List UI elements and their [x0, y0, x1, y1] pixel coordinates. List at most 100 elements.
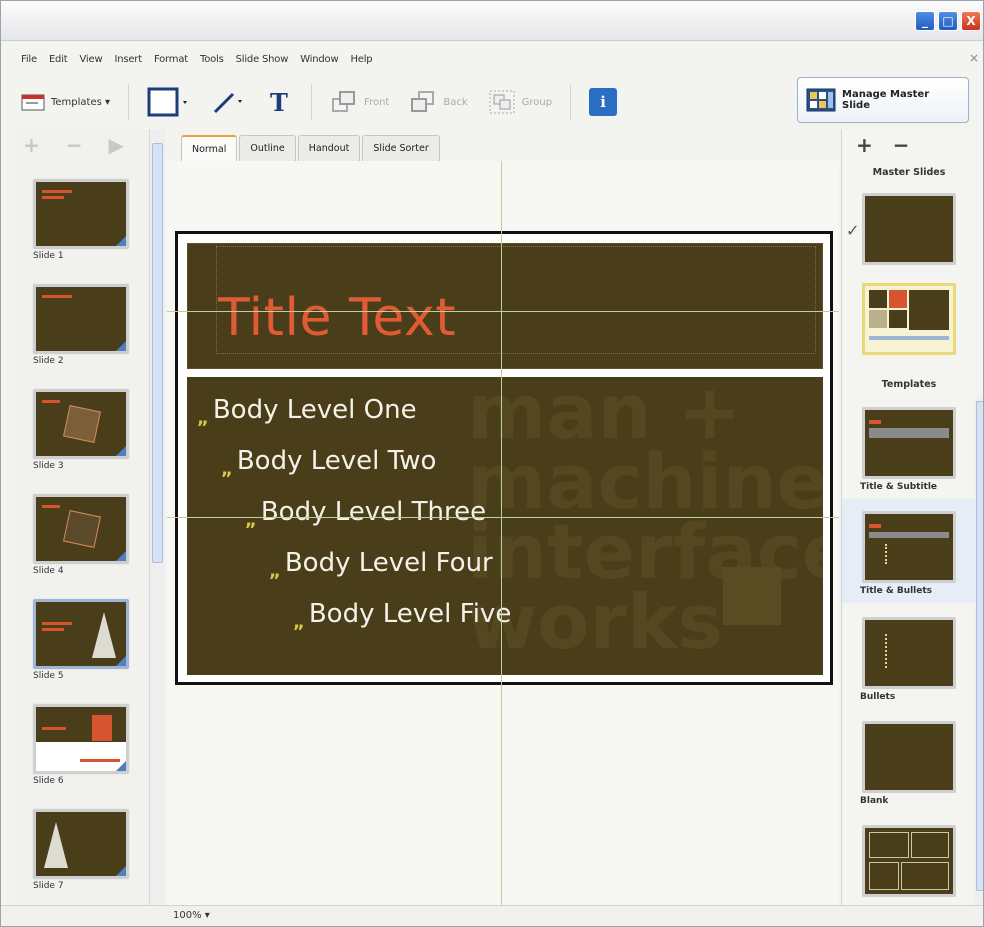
slide-preview — [33, 389, 129, 459]
slide-thumbnail[interactable]: Slide 3 — [33, 389, 133, 471]
horizontal-guide[interactable] — [167, 311, 839, 312]
bullet-level-4[interactable]: „ Body Level Four — [269, 548, 493, 582]
template-label: Title & Bullets — [860, 586, 933, 596]
bullet-icon: „ — [245, 510, 257, 531]
info-button[interactable]: i — [579, 82, 627, 122]
master-slide-icon — [806, 88, 836, 112]
manage-master-slide-label: Manage Master Slide — [842, 89, 930, 111]
toolbar-separator — [311, 84, 313, 120]
templates-scrollbar[interactable] — [975, 397, 983, 905]
document-close-icon[interactable]: × — [969, 51, 979, 65]
body-placeholder[interactable]: man + machine interface works „ Body Leve… — [187, 377, 823, 675]
slide-canvas[interactable]: Title Text man + machine interface works… — [167, 161, 839, 905]
menu-slide-show[interactable]: Slide Show — [230, 54, 295, 65]
tab-handout[interactable]: Handout — [297, 135, 361, 161]
group-button[interactable]: Group — [478, 82, 562, 122]
shape-tool-button[interactable] — [137, 82, 201, 122]
send-to-back-button[interactable]: Back — [399, 82, 477, 122]
add-slide-icon[interactable]: + — [23, 133, 40, 157]
vertical-guide[interactable] — [501, 161, 502, 905]
add-master-icon[interactable]: + — [856, 133, 873, 157]
window-controls: _ □ X — [915, 11, 981, 31]
templates-icon — [19, 91, 47, 113]
checkmark-icon: ✓ — [846, 221, 860, 240]
bullet-icon: „ — [293, 612, 305, 633]
close-button[interactable]: X — [961, 11, 981, 31]
tab-outline[interactable]: Outline — [239, 135, 296, 161]
master-panel-controls: + − — [856, 133, 910, 157]
menu-insert[interactable]: Insert — [108, 54, 147, 65]
slide-label: Slide 3 — [33, 461, 64, 471]
template-label: Blank — [860, 796, 889, 806]
slide-preview — [33, 599, 129, 669]
horizontal-guide[interactable] — [167, 517, 839, 518]
master-slide-thumbnail[interactable] — [862, 283, 972, 355]
template-preview — [862, 617, 956, 689]
bullet-level-1[interactable]: „ Body Level One — [197, 395, 417, 429]
master-slides-panel: + − Master Slides ✓ Templates Title & Su… — [841, 129, 975, 905]
slide-thumbnail[interactable]: Slide 5 — [33, 599, 133, 681]
title-placeholder[interactable]: Title Text — [187, 243, 823, 369]
zoom-selector[interactable]: 100% ▾ — [173, 910, 210, 921]
back-icon — [409, 89, 439, 115]
master-slide-thumbnail[interactable] — [862, 193, 972, 265]
title-bar: _ □ X — [1, 1, 983, 41]
template-thumbnail[interactable]: Title & Bullets — [860, 511, 972, 596]
app-window: _ □ X File Edit View Insert Format Tools… — [0, 0, 984, 927]
scrollbar-thumb[interactable] — [152, 143, 163, 563]
tab-normal[interactable]: Normal — [181, 135, 238, 161]
master-slide-preview — [862, 283, 956, 355]
menu-window[interactable]: Window — [294, 54, 344, 65]
remove-slide-icon[interactable]: − — [66, 133, 83, 157]
slide-panel-scrollbar[interactable] — [149, 129, 165, 905]
minimize-button[interactable]: _ — [915, 11, 935, 31]
maximize-button[interactable]: □ — [938, 11, 958, 31]
slide-thumbnail[interactable]: Slide 2 — [33, 284, 133, 366]
slide[interactable]: Title Text man + machine interface works… — [175, 231, 833, 685]
bullet-text: Body Level Two — [236, 446, 437, 476]
manage-master-slide-button[interactable]: Manage Master Slide — [797, 77, 969, 123]
menu-edit[interactable]: Edit — [43, 54, 74, 65]
back-label: Back — [443, 96, 468, 108]
line-tool-button[interactable] — [201, 82, 257, 122]
tab-slide-sorter[interactable]: Slide Sorter — [362, 135, 440, 161]
slide-thumbnail[interactable]: Slide 7 — [33, 809, 133, 891]
status-bar: 100% ▾ — [1, 905, 983, 926]
slide-thumbnail[interactable]: Slide 6 — [33, 704, 133, 786]
template-thumbnail[interactable]: Title & Subtitle — [860, 407, 972, 492]
templates-button[interactable]: Templates ▾ — [9, 82, 120, 122]
text-icon: T — [267, 88, 293, 116]
bullet-text: Body Level Three — [260, 497, 487, 527]
remove-master-icon[interactable]: − — [893, 133, 910, 157]
slide-thumbnail[interactable]: Slide 4 — [33, 494, 133, 576]
slide-panel-controls: + − ▶ — [23, 133, 124, 157]
front-icon — [330, 89, 360, 115]
text-tool-button[interactable]: T — [257, 82, 303, 122]
master-slide-preview — [862, 193, 956, 265]
bullet-level-2[interactable]: „ Body Level Two — [221, 446, 436, 480]
menu-help[interactable]: Help — [344, 54, 378, 65]
template-label: Title & Subtitle — [860, 482, 938, 492]
slide-title[interactable]: Title Text — [218, 288, 456, 348]
menu-tools[interactable]: Tools — [194, 54, 230, 65]
menu-format[interactable]: Format — [148, 54, 194, 65]
slide-preview — [33, 704, 129, 774]
template-thumbnail[interactable]: Blank — [860, 721, 972, 806]
bullet-text: Body Level One — [212, 395, 417, 425]
template-thumbnail[interactable] — [862, 825, 972, 897]
bullet-level-5[interactable]: „ Body Level Five — [293, 599, 511, 633]
bring-to-front-button[interactable]: Front — [320, 82, 399, 122]
bullet-icon: „ — [269, 561, 281, 582]
slide-label: Slide 4 — [33, 566, 64, 576]
slide-label: Slide 7 — [33, 881, 64, 891]
play-icon[interactable]: ▶ — [109, 133, 124, 157]
menu-view[interactable]: View — [74, 54, 109, 65]
slide-preview — [33, 494, 129, 564]
slide-label: Slide 6 — [33, 776, 64, 786]
slide-thumbnail[interactable]: Slide 1 — [33, 179, 133, 261]
slide-preview — [33, 179, 129, 249]
bullet-level-3[interactable]: „ Body Level Three — [245, 497, 486, 531]
menu-file[interactable]: File — [15, 54, 43, 65]
scrollbar-thumb[interactable] — [976, 401, 983, 891]
template-thumbnail[interactable]: Bullets — [860, 617, 972, 702]
